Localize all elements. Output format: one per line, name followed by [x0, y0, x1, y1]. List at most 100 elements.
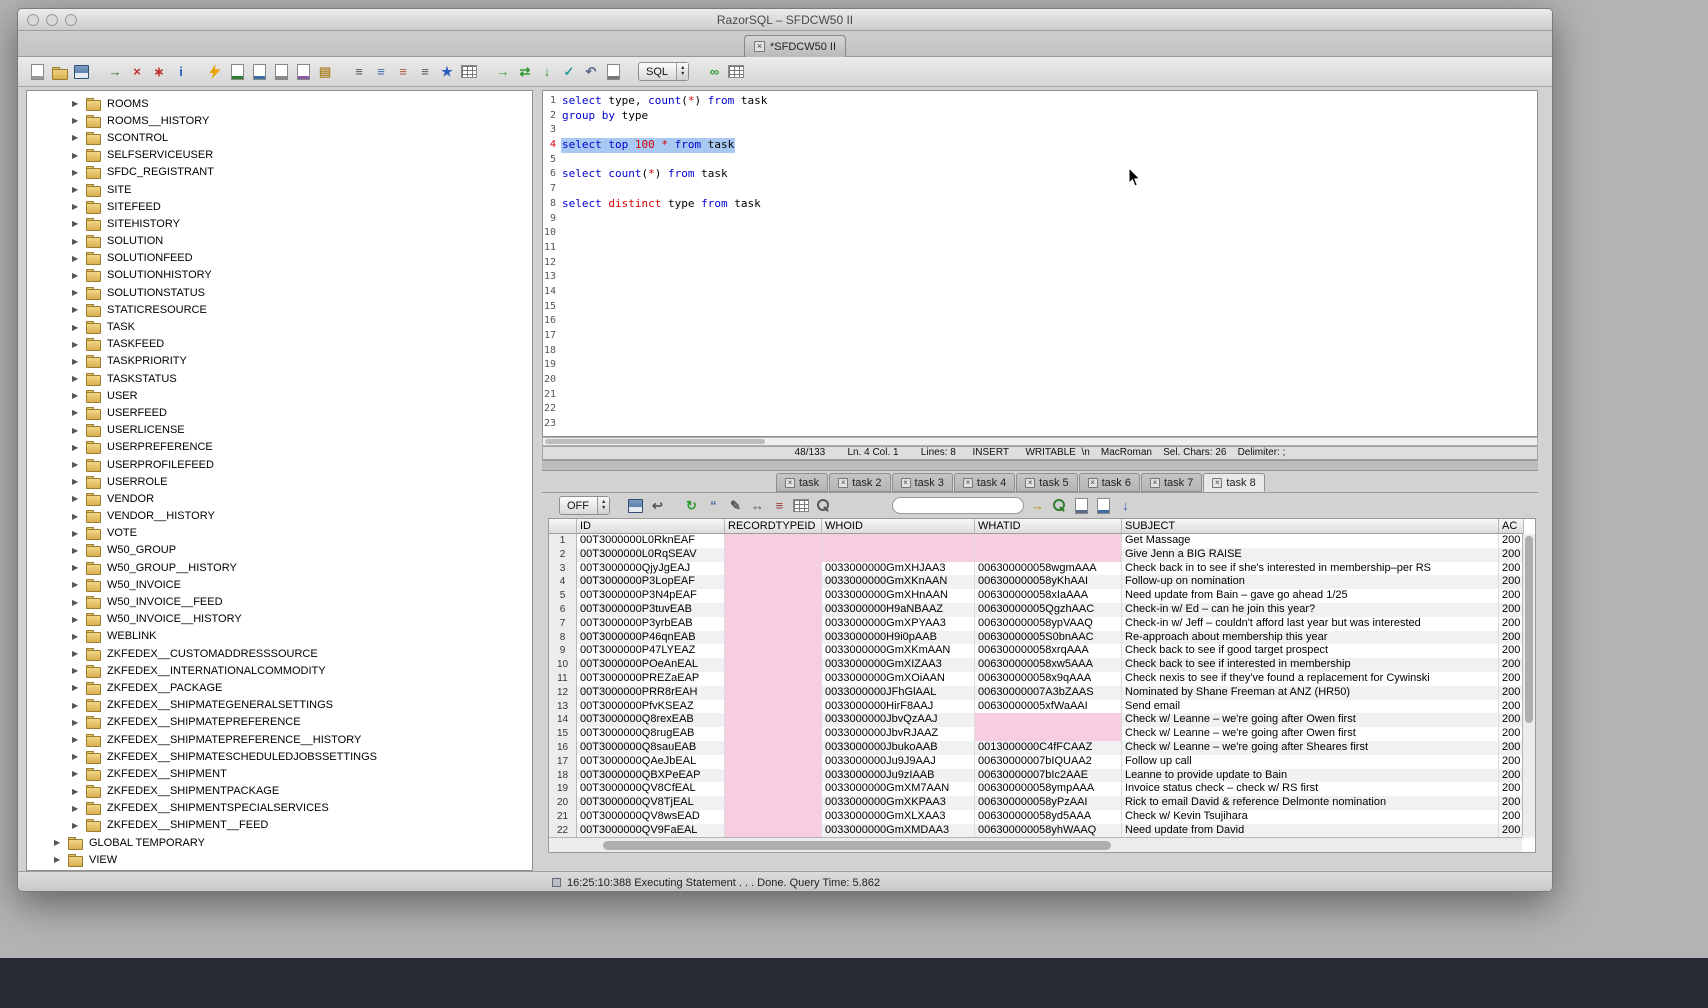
tree-item-userprofilefeed[interactable]: ▶USERPROFILEFEED	[27, 456, 532, 473]
column-header-recordtypeid[interactable]: RECORDTYPEID	[725, 519, 822, 534]
result-tab-task-7[interactable]: ×task 7	[1141, 473, 1202, 492]
disclosure-triangle-icon[interactable]: ▶	[72, 219, 85, 228]
cell-subject[interactable]: Check back to see if good target prospec…	[1122, 644, 1499, 658]
cell-whatid[interactable]	[975, 713, 1122, 727]
tree-item-site[interactable]: ▶SITE	[27, 181, 532, 198]
save-icon[interactable]	[72, 63, 90, 81]
history-icon[interactable]	[604, 63, 622, 81]
cell-subject[interactable]: Leanne to provide update to Bain	[1122, 769, 1499, 783]
table-row[interactable]: 1700T3000000QAeJbEAL0033000000Ju9J9AAJ00…	[549, 755, 1535, 769]
cell-activity[interactable]: 200	[1499, 603, 1524, 617]
result-tab-task-8[interactable]: ×task 8	[1203, 473, 1264, 492]
cell-id[interactable]: 00T3000000L0RqSEAV	[577, 548, 725, 562]
tree-item-sfdc-registrant[interactable]: ▶SFDC_REGISTRANT	[27, 164, 532, 181]
editor-line[interactable]: 13	[543, 270, 1537, 285]
disclosure-triangle-icon[interactable]: ▶	[72, 151, 85, 160]
table-row[interactable]: 1500T3000000Q8rugEAB0033000000JbvRJAAZCh…	[549, 727, 1535, 741]
fetch-down-icon[interactable]: ↓	[538, 63, 556, 81]
disclosure-triangle-icon[interactable]: ▶	[72, 185, 85, 194]
editor-line[interactable]: 18	[543, 344, 1537, 359]
cell-whatid[interactable]: 00630000005S0bnAAC	[975, 631, 1122, 645]
edit-cell-icon[interactable]	[1072, 497, 1090, 515]
cell-id[interactable]: 00T3000000QjyJgEAJ	[577, 562, 725, 576]
result-tab-task-4[interactable]: ×task 4	[954, 473, 1015, 492]
refresh-icon[interactable]: ↻	[682, 497, 700, 515]
cell-whoid[interactable]: 0033000000Ju9J9AAJ	[822, 755, 975, 769]
cell-whoid[interactable]: 0033000000H9i0pAAB	[822, 631, 975, 645]
table-tree[interactable]: ▶ROOMS▶ROOMS__HISTORY▶SCONTROL▶SELFSERVI…	[26, 90, 533, 871]
download-icon[interactable]: ↓	[1116, 497, 1134, 515]
close-tab-icon[interactable]: ×	[754, 41, 765, 52]
cell-whatid[interactable]	[975, 548, 1122, 562]
editor-line[interactable]: 10	[543, 226, 1537, 241]
tree-item-w50-invoice[interactable]: ▶W50_INVOICE	[27, 576, 532, 593]
cell-recordtypeid[interactable]	[725, 644, 822, 658]
disclosure-triangle-icon[interactable]: ▶	[72, 116, 85, 125]
tree-item-zkfedex-shipment-feed[interactable]: ▶ZKFEDEX__SHIPMENT__FEED	[27, 817, 532, 834]
cell-id[interactable]: 00T3000000PREZaEAP	[577, 672, 725, 686]
tree-item-vendor-history[interactable]: ▶VENDOR__HISTORY	[27, 508, 532, 525]
tree-item-userfeed[interactable]: ▶USERFEED	[27, 404, 532, 421]
go-icon[interactable]: →	[1028, 497, 1046, 515]
disclosure-triangle-icon[interactable]: ▶	[72, 477, 85, 486]
cell-whoid[interactable]: 0033000000H9aNBAAZ	[822, 603, 975, 617]
cell-id[interactable]: 00T3000000P3LopEAF	[577, 575, 725, 589]
cell-whoid[interactable]: 0033000000Ju9zIAAB	[822, 769, 975, 783]
cell-recordtypeid[interactable]	[725, 810, 822, 824]
cell-whoid[interactable]: 0033000000JbvQzAAJ	[822, 713, 975, 727]
disclosure-triangle-icon[interactable]: ▶	[72, 391, 85, 400]
cell-whoid[interactable]	[822, 534, 975, 548]
export-grid-icon[interactable]	[1094, 497, 1112, 515]
export-icon[interactable]	[250, 63, 268, 81]
quotes-icon[interactable]: “	[704, 497, 722, 515]
table-row[interactable]: 1600T3000000Q8sauEAB0033000000JbukoAAB00…	[549, 741, 1535, 755]
tree-item-w50-group[interactable]: ▶W50_GROUP	[27, 542, 532, 559]
result-tab-task-5[interactable]: ×task 5	[1016, 473, 1077, 492]
tree-item-zkfedex-shipmategeneralsettings[interactable]: ▶ZKFEDEX__SHIPMATEGENERALSETTINGS	[27, 697, 532, 714]
tree-item-task[interactable]: ▶TASK	[27, 318, 532, 335]
column-header-whatid[interactable]: WHATID	[975, 519, 1122, 534]
align-right-icon[interactable]: ≡	[394, 63, 412, 81]
cell-id[interactable]: 00T3000000Q8rugEAB	[577, 727, 725, 741]
cell-subject[interactable]: Send email	[1122, 700, 1499, 714]
cell-whoid[interactable]: 0033000000JFhGlAAL	[822, 686, 975, 700]
editor-line[interactable]: 2group by type	[543, 109, 1537, 124]
close-tab-icon[interactable]: ×	[901, 478, 911, 488]
cell-recordtypeid[interactable]	[725, 782, 822, 796]
cell-activity[interactable]: 200	[1499, 672, 1524, 686]
disclosure-triangle-icon[interactable]: ▶	[72, 512, 85, 521]
tree-item-userpreference[interactable]: ▶USERPREFERENCE	[27, 439, 532, 456]
connect-icon[interactable]: →	[106, 63, 124, 81]
disclosure-triangle-icon[interactable]: ▶	[72, 769, 85, 778]
titlebar[interactable]: RazorSQL – SFDCW50 II	[18, 9, 1552, 31]
disclosure-triangle-icon[interactable]: ▶	[72, 649, 85, 658]
log-icon[interactable]	[727, 63, 745, 81]
editor-line[interactable]: 1select type, count(*) from task	[543, 94, 1537, 109]
disclosure-triangle-icon[interactable]: ▶	[72, 735, 85, 744]
cell-activity[interactable]: 200	[1499, 617, 1524, 631]
result-tab-task-2[interactable]: ×task 2	[829, 473, 890, 492]
cell-activity[interactable]: 200	[1499, 658, 1524, 672]
editor-line[interactable]: 9	[543, 212, 1537, 227]
paste-icon[interactable]	[294, 63, 312, 81]
cell-whatid[interactable]: 00630000007bIc2AAE	[975, 769, 1122, 783]
disclosure-triangle-icon[interactable]: ▶	[72, 374, 85, 383]
disconnect-icon[interactable]: ×	[128, 63, 146, 81]
find-icon[interactable]	[814, 497, 832, 515]
cell-whatid[interactable]: 00630000005xfWaAAI	[975, 700, 1122, 714]
tree-item-userrole[interactable]: ▶USERROLE	[27, 473, 532, 490]
cell-subject[interactable]: Nominated by Shane Freeman at ANZ (HR50)	[1122, 686, 1499, 700]
cell-subject[interactable]: Check w/ Kevin Tsujihara	[1122, 810, 1499, 824]
tree-item-staticresource[interactable]: ▶STATICRESOURCE	[27, 301, 532, 318]
tree-item-weblink[interactable]: ▶WEBLINK	[27, 628, 532, 645]
cell-activity[interactable]: 200	[1499, 631, 1524, 645]
cell-activity[interactable]: 200	[1499, 796, 1524, 810]
cell-activity[interactable]: 200	[1499, 589, 1524, 603]
close-tab-icon[interactable]: ×	[838, 478, 848, 488]
close-tab-icon[interactable]: ×	[1150, 478, 1160, 488]
editor-line[interactable]: 5	[543, 153, 1537, 168]
cell-id[interactable]: 00T3000000QV8wsEAD	[577, 810, 725, 824]
disclosure-triangle-icon[interactable]: ▶	[72, 357, 85, 366]
info-icon[interactable]: i	[172, 63, 190, 81]
tree-item-taskfeed[interactable]: ▶TASKFEED	[27, 336, 532, 353]
